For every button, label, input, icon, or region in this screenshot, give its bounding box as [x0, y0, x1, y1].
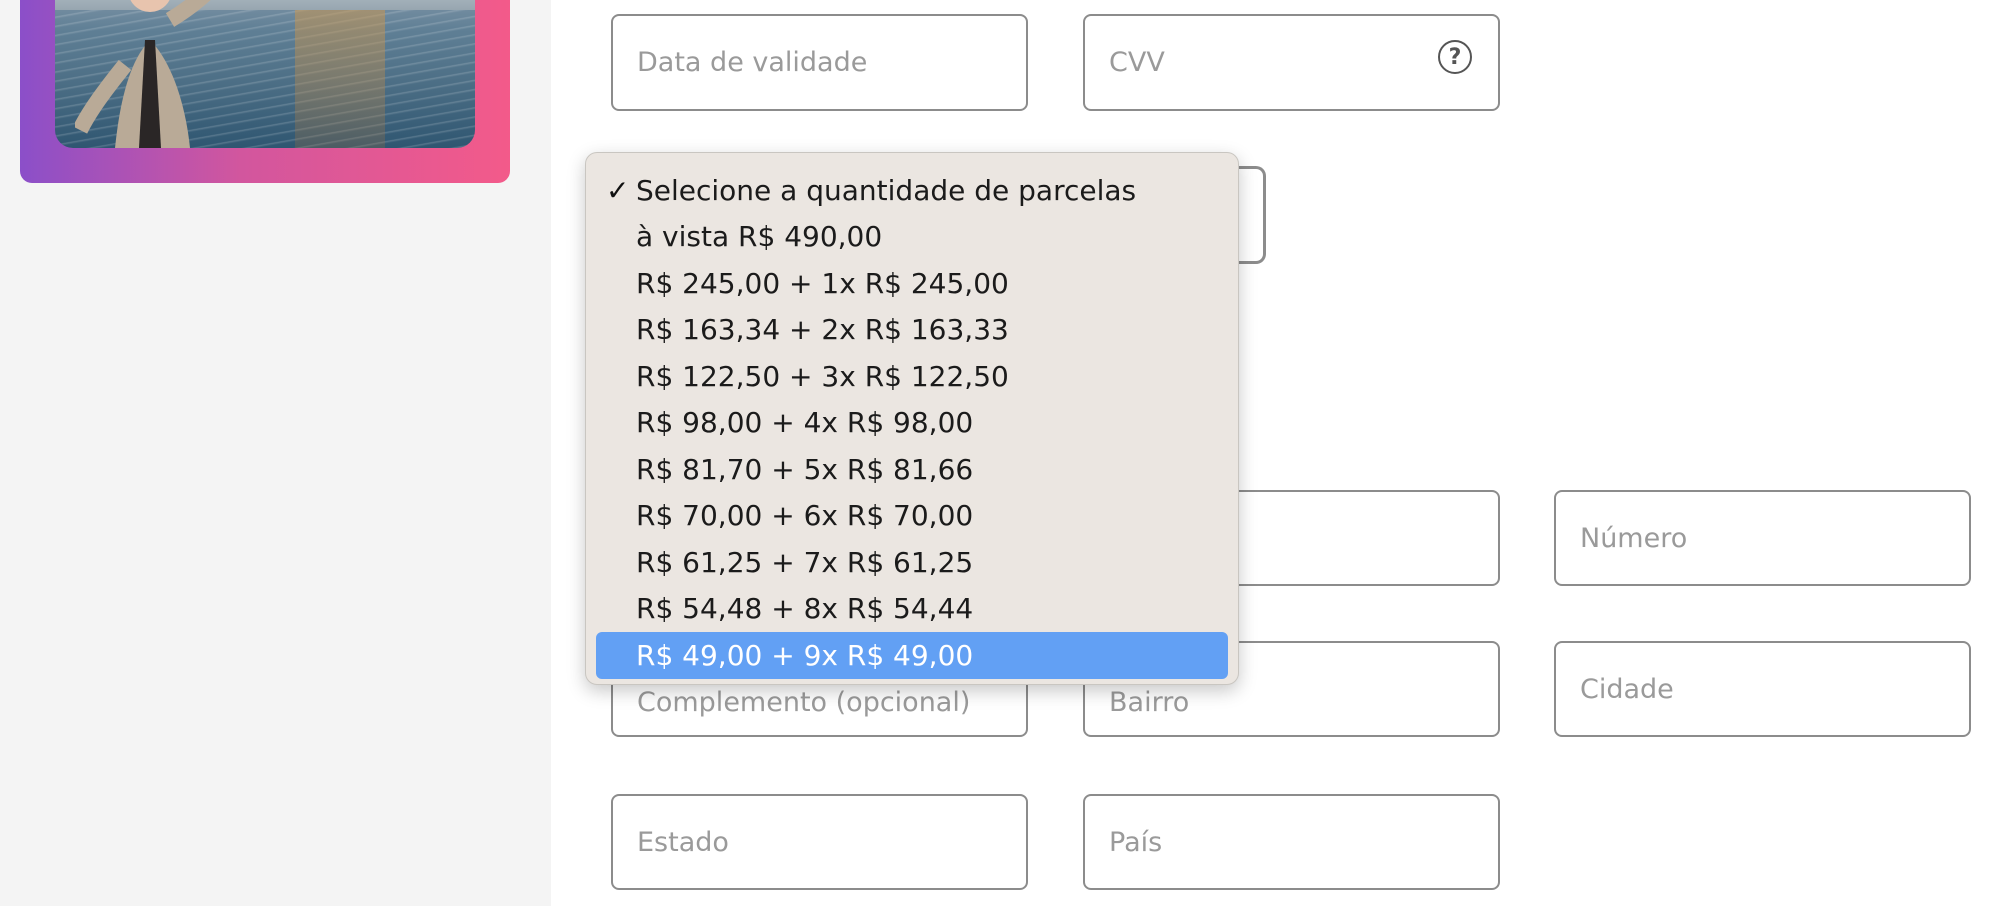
checkmark-icon: ✓: [606, 173, 630, 207]
installment-option-label: R$ 98,00 + 4x R$ 98,00: [636, 406, 974, 440]
complement-placeholder: Complemento (opcional): [637, 687, 971, 718]
installment-option[interactable]: R$ 49,00 + 9x R$ 49,00: [596, 632, 1228, 679]
installment-option-label: R$ 122,50 + 3x R$ 122,50: [636, 359, 1009, 393]
country-field[interactable]: País: [1083, 794, 1500, 890]
number-placeholder: Número: [1580, 522, 1688, 554]
installment-option-label: R$ 163,34 + 2x R$ 163,33: [636, 313, 1009, 347]
help-icon[interactable]: ?: [1438, 40, 1472, 74]
person-illustration: [75, 0, 211, 148]
state-field[interactable]: Estado: [611, 794, 1028, 890]
installment-option-label: R$ 49,00 + 9x R$ 49,00: [636, 638, 974, 672]
installment-option[interactable]: R$ 122,50 + 3x R$ 122,50: [596, 353, 1228, 400]
installment-option[interactable]: R$ 61,25 + 7x R$ 61,25: [596, 539, 1228, 586]
neighborhood-placeholder: Bairro: [1109, 687, 1190, 718]
city-placeholder: Cidade: [1580, 673, 1674, 705]
city-field[interactable]: Cidade: [1554, 641, 1971, 737]
installment-option[interactable]: R$ 98,00 + 4x R$ 98,00: [596, 400, 1228, 447]
country-placeholder: País: [1109, 826, 1163, 858]
installment-option[interactable]: ✓ Selecione a quantidade de parcelas: [596, 167, 1228, 214]
installment-option[interactable]: R$ 245,00 + 1x R$ 245,00: [596, 260, 1228, 307]
cvv-placeholder: CVV: [1109, 47, 1165, 78]
number-field[interactable]: Número: [1554, 490, 1971, 586]
product-photo-card: [20, 0, 510, 183]
sidebar: [0, 0, 551, 906]
installment-option[interactable]: R$ 163,34 + 2x R$ 163,33: [596, 307, 1228, 354]
expiry-date-placeholder: Data de validade: [637, 47, 868, 78]
installment-option-label: R$ 70,00 + 6x R$ 70,00: [636, 499, 974, 533]
installment-option[interactable]: à vista R$ 490,00: [596, 214, 1228, 261]
installment-option-label: Selecione a quantidade de parcelas: [636, 173, 1137, 207]
installment-option[interactable]: R$ 81,70 + 5x R$ 81,66: [596, 446, 1228, 493]
cvv-field[interactable]: CVV ?: [1083, 14, 1500, 111]
installment-option-label: R$ 54,48 + 8x R$ 54,44: [636, 592, 974, 626]
installment-option-label: à vista R$ 490,00: [636, 220, 883, 254]
installment-option-label: R$ 61,25 + 7x R$ 61,25: [636, 545, 974, 579]
expiry-date-field[interactable]: Data de validade: [611, 14, 1028, 111]
product-photo: [55, 0, 475, 148]
installment-option-label: R$ 81,70 + 5x R$ 81,66: [636, 452, 974, 486]
installment-option[interactable]: R$ 54,48 + 8x R$ 54,44: [596, 586, 1228, 633]
state-placeholder: Estado: [637, 826, 729, 858]
installments-dropdown[interactable]: ✓ Selecione a quantidade de parcelas à vis…: [585, 152, 1239, 685]
installment-option[interactable]: R$ 70,00 + 6x R$ 70,00: [596, 493, 1228, 540]
installment-option-label: R$ 245,00 + 1x R$ 245,00: [636, 266, 1009, 300]
